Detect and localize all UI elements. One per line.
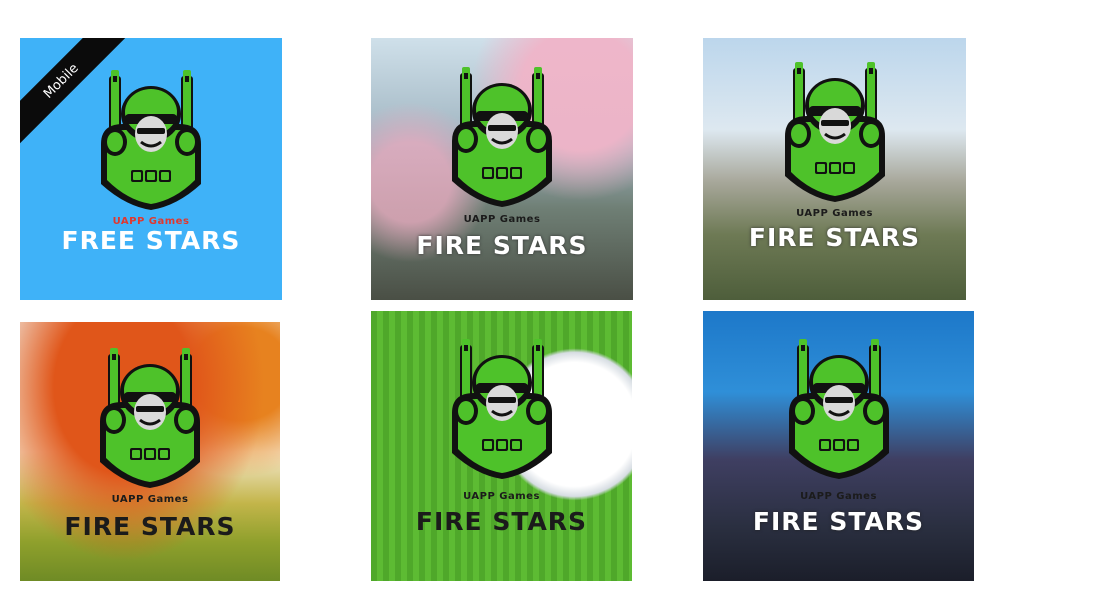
ribbon-label: Mobile [40, 60, 82, 102]
soldier-mascot-icon [783, 60, 886, 203]
tile-brand-label: UAPP Games [111, 494, 189, 505]
mobile-ribbon: Mobile [20, 38, 130, 148]
soldier-mascot-icon [787, 337, 890, 480]
tile-brand-label: UAPP Games [796, 208, 873, 219]
tile-title: FIRE STARS [64, 512, 236, 541]
tile-title: FIRE STARS [415, 507, 588, 536]
tile-title: FIRE STARS [752, 507, 925, 536]
soldier-mascot-icon [450, 337, 553, 480]
tile-brand-label: UAPP Games [463, 214, 541, 225]
game-tile-fire-stars-war[interactable]: UAPP Games FIRE STARS [371, 38, 633, 300]
game-tile-grid: UAPP Games FREE STARS Mobile UAPP Games … [0, 0, 1100, 600]
game-tile-fire-stars-football[interactable]: UAPP Games FIRE STARS [371, 311, 632, 581]
game-tile-free-stars[interactable]: UAPP Games FREE STARS Mobile [20, 38, 282, 300]
tile-title: FIRE STARS [416, 231, 588, 260]
tile-brand-label: UAPP Games [463, 491, 540, 502]
tile-brand-label: UAPP Games [800, 491, 877, 502]
soldier-mascot-icon [450, 65, 554, 208]
tile-title: FREE STARS [61, 226, 241, 255]
tile-title: FIRE STARS [748, 223, 921, 252]
game-tile-fire-stars-autumn[interactable]: UAPP Games FIRE STARS [20, 322, 280, 581]
soldier-mascot-icon [98, 346, 202, 489]
game-tile-fire-stars-city[interactable]: UAPP Games FIRE STARS [703, 311, 974, 581]
game-tile-fire-stars-plant[interactable]: UAPP Games FIRE STARS [703, 38, 966, 300]
